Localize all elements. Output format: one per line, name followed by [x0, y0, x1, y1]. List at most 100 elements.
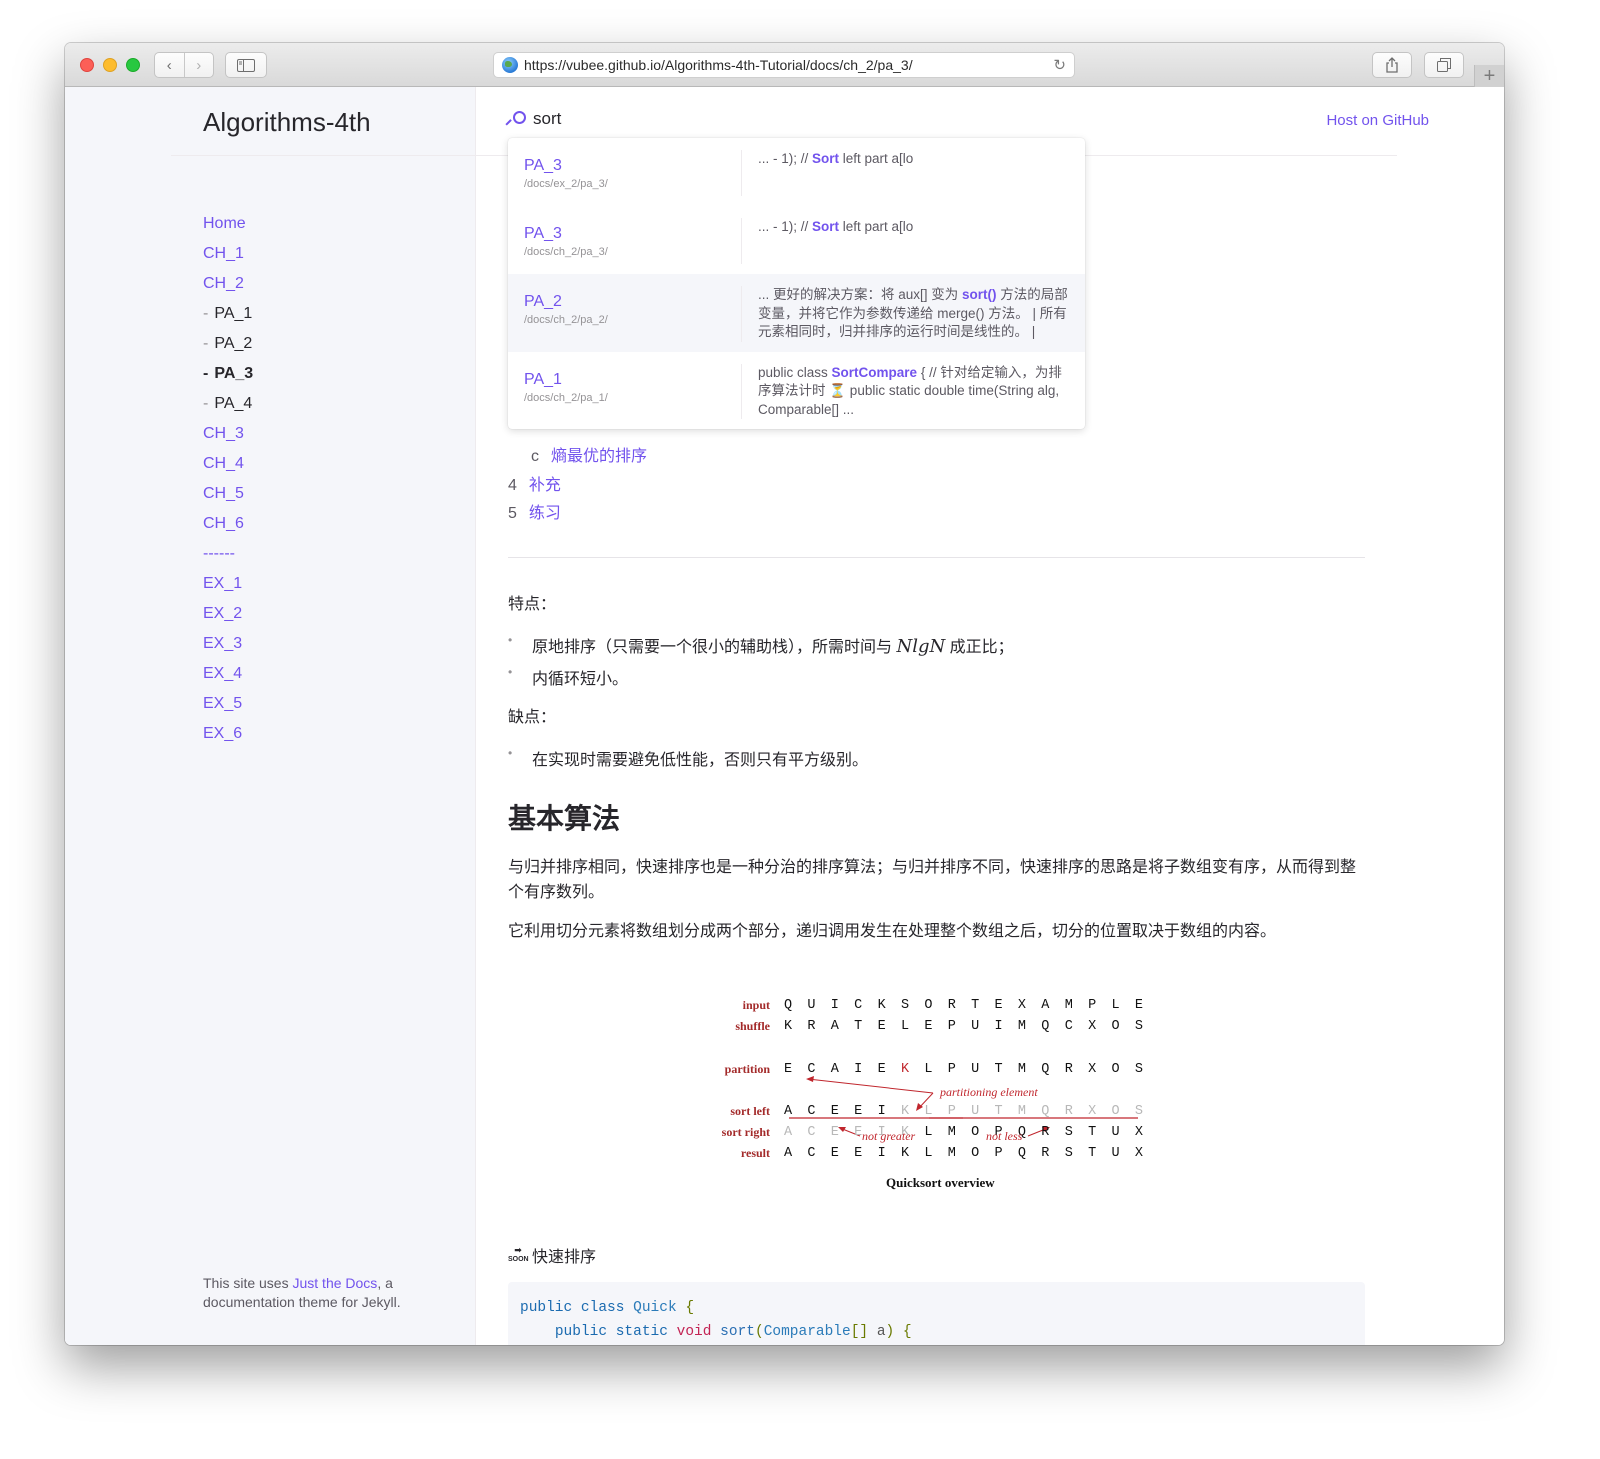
figure-letter: X [1088, 1061, 1097, 1077]
snippet-match: SortCompare [831, 364, 918, 380]
result-meta: PA_2/docs/ch_2/pa_2/ [524, 286, 742, 342]
code-token: static [615, 1324, 668, 1340]
search-result[interactable]: PA_3/docs/ex_2/pa_3/... - 1); // Sort le… [508, 138, 1085, 206]
code-token: a [876, 1324, 886, 1340]
search-bar[interactable] [508, 109, 833, 129]
result-path: /docs/ch_2/pa_3/ [524, 246, 608, 258]
quicksort-figure: input Q U I C K S O R T E X A M P L Eshuffle K R A T E L E P U I M Q… [718, 993, 1158, 1193]
figure-row-letters: ACEEIKLPUTMQRXOS [784, 1104, 1158, 1119]
toc-link[interactable]: 熵最优的排序 [551, 448, 647, 465]
reload-icon[interactable]: ↻ [1053, 56, 1066, 74]
new-tab-icon[interactable]: + [1474, 65, 1504, 87]
figure-letter: U [971, 1018, 980, 1034]
figure-letter: Q [1017, 1145, 1027, 1161]
figure-letter: M [1017, 1018, 1027, 1034]
search-result[interactable]: PA_2/docs/ch_2/pa_2/... 更好的解决方案：将 aux[] … [508, 274, 1085, 352]
snippet-after: left part a[lo [839, 151, 914, 166]
figure-letter: L [924, 1103, 933, 1119]
figure-letter: E [784, 1061, 793, 1077]
site-title[interactable]: Algorithms-4th [203, 107, 371, 138]
sidebar-item-label: EX_6 [203, 725, 243, 742]
figure-letter: A [784, 1103, 793, 1119]
search-input[interactable] [533, 109, 833, 129]
figure-letter: P [947, 1103, 956, 1119]
sidebar-toggle-button[interactable] [225, 52, 267, 78]
figure-letter: S [1064, 1145, 1073, 1161]
sidebar-item-ch-4[interactable]: CH_4 [203, 449, 253, 479]
result-snippet: ... - 1); // Sort left part a[lo [742, 218, 1069, 264]
sidebar-item-ch-6[interactable]: CH_6 [203, 509, 253, 539]
sidebar-item-ex-2[interactable]: EX_2 [203, 599, 253, 629]
sidebar-item-ch-3[interactable]: CH_3 [203, 419, 253, 449]
result-snippet: ... 更好的解决方案：将 aux[] 变为 sort() 方法的局部变量，并将… [742, 286, 1069, 342]
tabs-overview-button[interactable] [1424, 52, 1464, 78]
feature-2-text: 内循环短小。 [532, 671, 629, 688]
figure-letter: C [807, 1124, 816, 1140]
minimize-window-button[interactable] [103, 58, 117, 72]
sidebar-item-pa-2[interactable]: - PA_2 [203, 329, 253, 359]
figure-letter: E [994, 997, 1003, 1013]
tabs-icon [1437, 58, 1451, 72]
sidebar-item-ex-6[interactable]: EX_6 [203, 719, 253, 749]
back-icon[interactable]: ‹ [155, 53, 184, 77]
figure-letter: L [924, 1145, 933, 1161]
sidebar-item-ex-1[interactable]: EX_1 [203, 569, 253, 599]
figure-row: partition E C A I E K L P U T M Q R X O S [718, 1059, 1158, 1079]
sidebar-item-label: PA_4 [214, 395, 253, 412]
sidebar-item-divider[interactable]: ------ [203, 539, 253, 569]
sidebar-item-pa-1[interactable]: - PA_1 [203, 299, 253, 329]
sidebar-item-ch-2[interactable]: CH_2 [203, 269, 253, 299]
figure-letter: M [1064, 997, 1073, 1013]
sidebar-item-ch-5[interactable]: CH_5 [203, 479, 253, 509]
sidebar-item-pa-4[interactable]: - PA_4 [203, 389, 253, 419]
figure-letter: R [807, 1018, 816, 1034]
sidebar-item-ex-5[interactable]: EX_5 [203, 689, 253, 719]
code-token: Quick [633, 1300, 677, 1316]
figure-letter: R [1041, 1124, 1050, 1140]
toc-link[interactable]: 补充 [529, 477, 561, 494]
sidebar: Algorithms-4th Home CH_1 CH_2- PA_1- PA_2- PA… [65, 87, 476, 1345]
result-snippet: ... - 1); // Sort left part a[lo [742, 150, 1069, 196]
search-result[interactable]: PA_3/docs/ch_2/pa_3/... - 1); // Sort le… [508, 206, 1085, 274]
figure-row-letters: QUICKSORTEXAMPLE [784, 998, 1158, 1013]
sidebar-item-home[interactable]: Home [203, 209, 253, 239]
figure-letter: I [877, 1145, 886, 1161]
forward-icon[interactable]: › [183, 53, 214, 77]
figure-letter: O [924, 997, 933, 1013]
sidebar-item-label: PA_2 [214, 335, 253, 352]
host-on-github-link[interactable]: Host on GitHub [1326, 112, 1429, 129]
code-token: public [554, 1324, 608, 1340]
sidebar-item-ex-3[interactable]: EX_3 [203, 629, 253, 659]
toc-link[interactable]: 练习 [529, 505, 561, 522]
feature-1-before: 原地排序（只需要一个很小的辅助栈），所需时间与 [532, 639, 897, 656]
figure-row: result A C E E I K L M O P Q R S T U X [718, 1143, 1158, 1163]
figure-letter: R [1041, 1145, 1050, 1161]
sidebar-item-pa-3[interactable]: - PA_3 [203, 359, 253, 389]
snippet-before: ... - 1); // [758, 151, 813, 166]
close-window-button[interactable] [80, 58, 94, 72]
figure-letter: E [830, 1124, 839, 1140]
figure-letter: Q [1041, 1018, 1050, 1034]
browser-window: ‹ › https://vubee.github.io/Algorithms-4… [65, 43, 1504, 1345]
figure-letter: U [1111, 1124, 1120, 1140]
figure-letter: Q [1041, 1061, 1050, 1077]
figure-letter: C [807, 1061, 816, 1077]
sidebar-item-label: PA_1 [214, 305, 253, 322]
zoom-window-button[interactable] [126, 58, 140, 72]
just-the-docs-link[interactable]: Just the Docs [292, 1275, 377, 1291]
figure-letter: K [784, 1018, 793, 1034]
feature-1-text: 原地排序（只需要一个很小的辅助栈），所需时间与 NlgN 成正比； [532, 636, 1014, 657]
sidebar-item-ch-1[interactable]: CH_1 [203, 239, 253, 269]
section-heading: 基本算法 [508, 803, 621, 834]
share-button[interactable] [1372, 52, 1412, 78]
figure-letter: R [947, 997, 956, 1013]
figure-letter: A [1041, 997, 1050, 1013]
figure-letter: L [900, 1018, 910, 1034]
sidebar-item-ex-4[interactable]: EX_4 [203, 659, 253, 689]
figure-row-letters: ACEEIKLMOPQRSTUX [784, 1125, 1158, 1140]
figure-row-label: result [740, 1145, 770, 1160]
code-token: sort [720, 1324, 755, 1340]
search-result[interactable]: PA_1/docs/ch_2/pa_1/public class SortCom… [508, 352, 1085, 430]
address-bar[interactable]: https://vubee.github.io/Algorithms-4th-T… [493, 52, 1075, 78]
result-title: PA_2 [524, 293, 562, 310]
